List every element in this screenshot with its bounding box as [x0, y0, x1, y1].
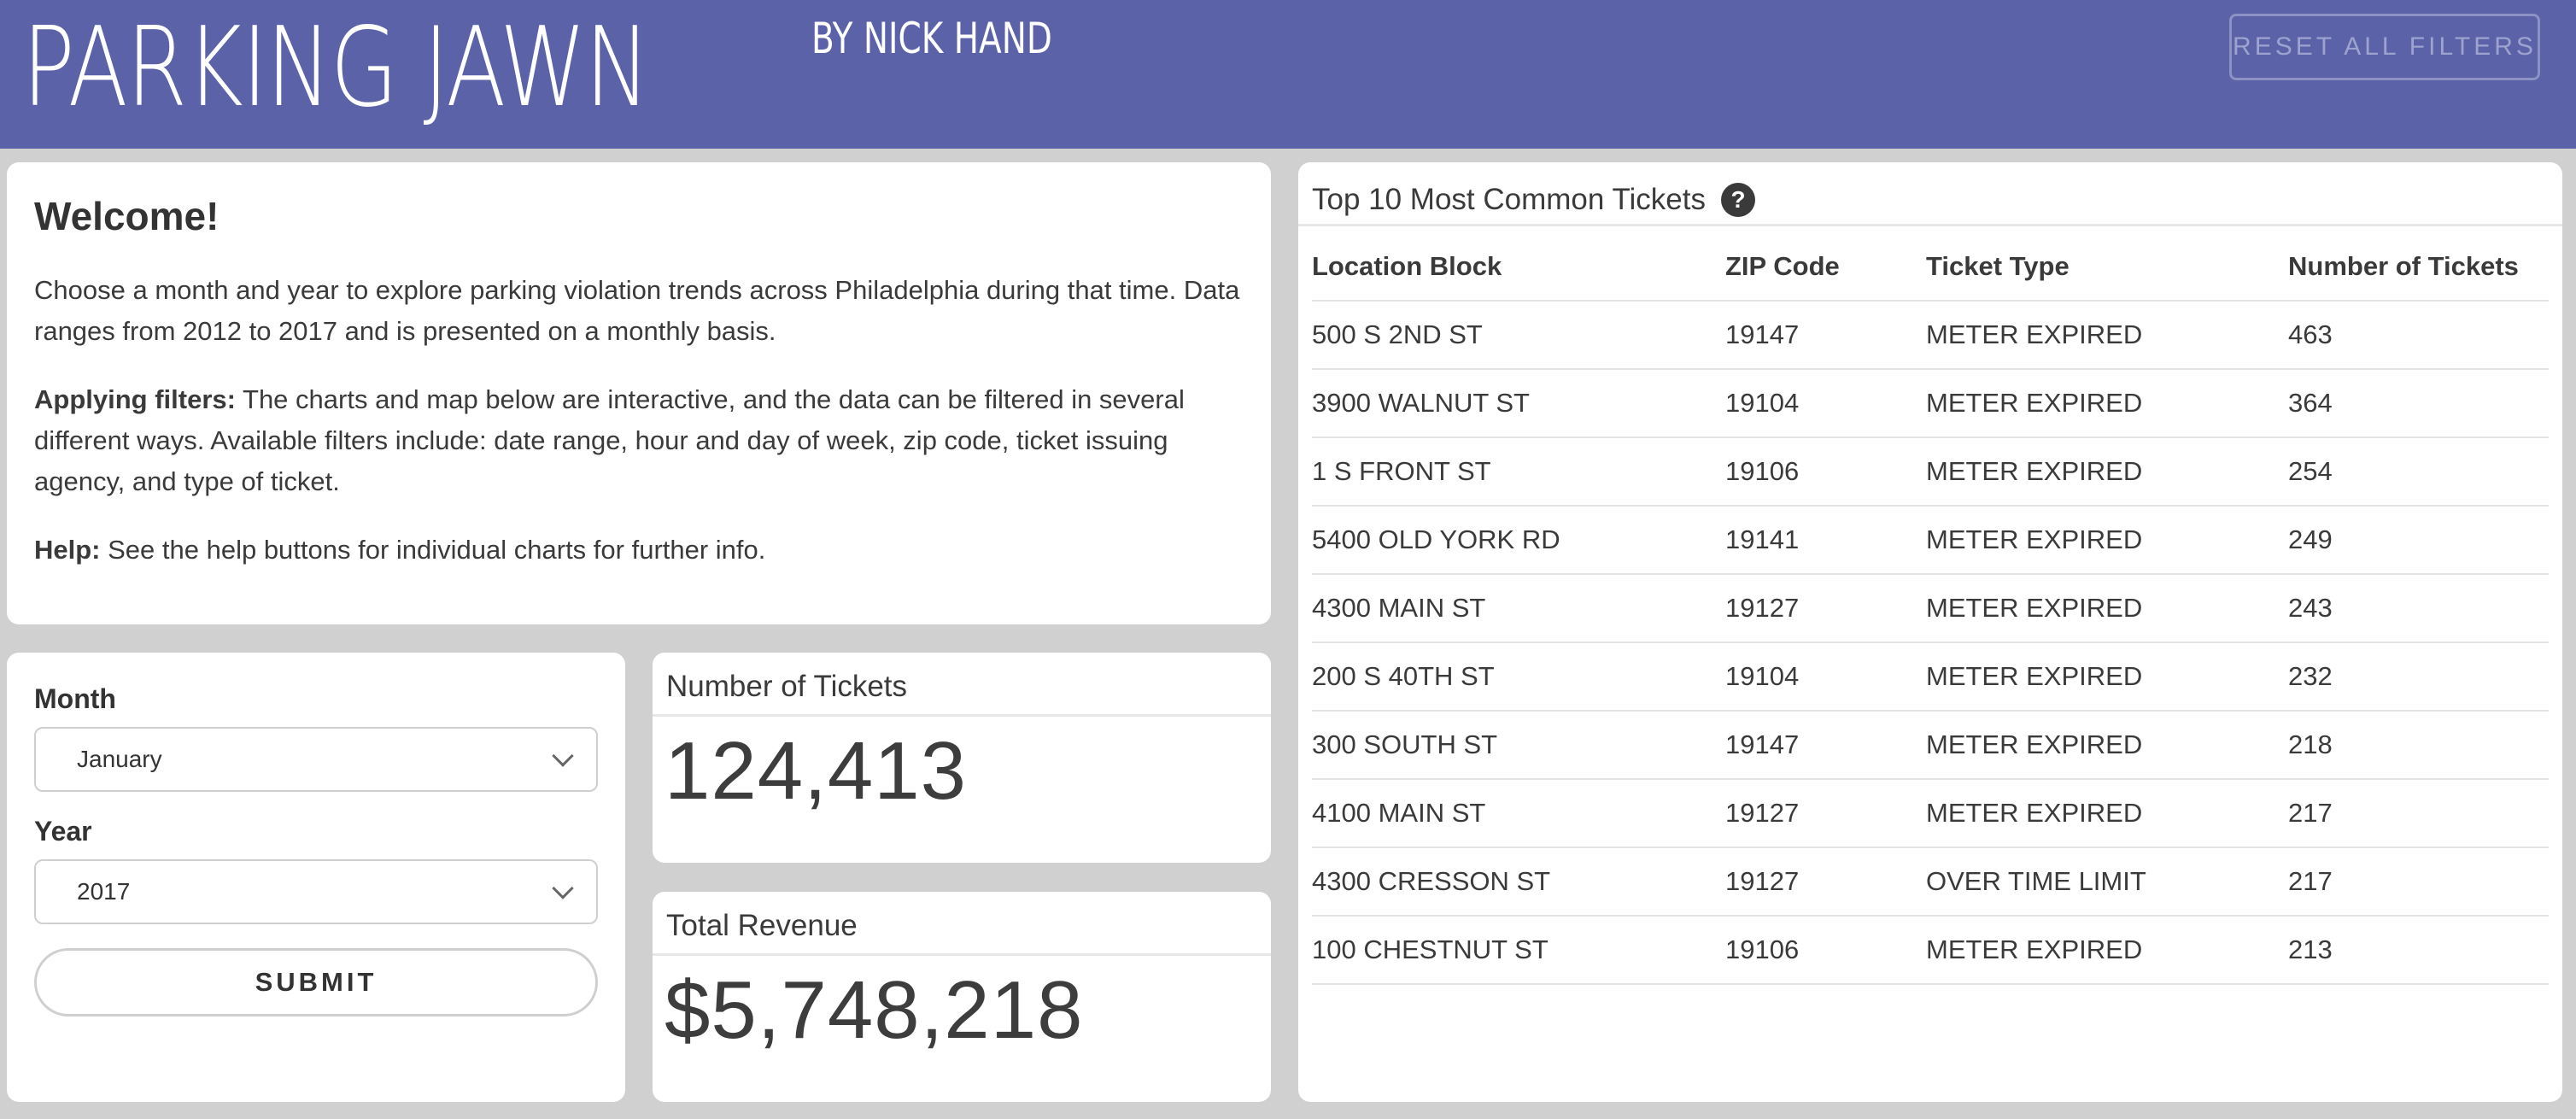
column-header-location: Location Block [1312, 232, 1725, 302]
year-value: 2017 [77, 878, 131, 905]
zip-cell: 19104 [1725, 642, 1926, 712]
zip-cell: 19147 [1725, 301, 1926, 370]
ticket-type-cell: METER EXPIRED [1926, 369, 2288, 438]
tickets-stat-card: Number of Tickets 124,413 [653, 653, 1271, 863]
location-cell: 3900 WALNUT ST [1312, 369, 1725, 438]
revenue-stat-value: $5,748,218 [664, 964, 1084, 1056]
submit-button[interactable]: SUBMIT [34, 948, 598, 1016]
location-cell: 1 S FRONT ST [1312, 437, 1725, 507]
table-row: 200 S 40TH ST 19104 METER EXPIRED 232 [1312, 642, 2549, 712]
ticket-type-cell: METER EXPIRED [1926, 642, 2288, 712]
help-icon[interactable]: ? [1721, 183, 1755, 217]
ticket-type-cell: OVER TIME LIMIT [1926, 847, 2288, 917]
revenue-stat-card: Total Revenue $5,748,218 [653, 892, 1271, 1102]
location-cell: 500 S 2ND ST [1312, 301, 1725, 370]
ticket-type-cell: METER EXPIRED [1926, 711, 2288, 780]
year-select[interactable]: 2017 [34, 859, 598, 924]
welcome-heading: Welcome! [34, 194, 220, 238]
table-row: 5400 OLD YORK RD 19141 METER EXPIRED 249 [1312, 506, 2549, 575]
table-row: 1 S FRONT ST 19106 METER EXPIRED 254 [1312, 437, 2549, 507]
count-cell: 218 [2288, 711, 2549, 780]
divider [653, 714, 1271, 717]
zip-cell: 19104 [1725, 369, 1926, 438]
author-byline: BY NICK HAND [811, 14, 1052, 63]
column-header-count: Number of Tickets [2288, 232, 2549, 302]
table-row: 3900 WALNUT ST 19104 METER EXPIRED 364 [1312, 369, 2549, 438]
zip-cell: 19127 [1725, 574, 1926, 643]
zip-cell: 19106 [1725, 916, 1926, 985]
table-row: 4300 MAIN ST 19127 METER EXPIRED 243 [1312, 574, 2549, 643]
month-select[interactable]: January [34, 727, 598, 792]
table-row: 500 S 2ND ST 19147 METER EXPIRED 463 [1312, 301, 2549, 370]
ticket-type-cell: METER EXPIRED [1926, 437, 2288, 507]
ticket-type-cell: METER EXPIRED [1926, 779, 2288, 848]
ticket-type-cell: METER EXPIRED [1926, 301, 2288, 370]
year-label: Year [34, 816, 92, 847]
chevron-down-icon [552, 877, 574, 899]
count-cell: 217 [2288, 847, 2549, 917]
tickets-stat-value: 124,413 [664, 725, 968, 817]
table-row: 300 SOUTH ST 19147 METER EXPIRED 218 [1312, 711, 2549, 780]
date-controls-card: Month January Year 2017 SUBMIT [7, 653, 625, 1102]
help-paragraph: Help: See the help buttons for individua… [34, 530, 1244, 571]
location-cell: 5400 OLD YORK RD [1312, 506, 1725, 575]
zip-cell: 19141 [1725, 506, 1926, 575]
table-row: 4300 CRESSON ST 19127 OVER TIME LIMIT 217 [1312, 847, 2549, 917]
count-cell: 249 [2288, 506, 2549, 575]
location-cell: 4300 MAIN ST [1312, 574, 1725, 643]
top-tickets-title: Top 10 Most Common Tickets [1312, 183, 1706, 216]
filters-label: Applying filters: [34, 384, 236, 414]
column-header-zip: ZIP Code [1725, 232, 1926, 302]
month-label: Month [34, 683, 116, 714]
top-tickets-card: Top 10 Most Common Tickets ? Location Bl… [1298, 162, 2562, 1102]
welcome-card: Welcome! Choose a month and year to expl… [7, 162, 1271, 624]
count-cell: 254 [2288, 437, 2549, 507]
zip-cell: 19127 [1725, 779, 1926, 848]
count-cell: 232 [2288, 642, 2549, 712]
zip-cell: 19127 [1725, 847, 1926, 917]
reset-filters-button[interactable]: RESET ALL FILTERS [2229, 14, 2540, 80]
help-label: Help: [34, 535, 101, 565]
ticket-type-cell: METER EXPIRED [1926, 574, 2288, 643]
revenue-stat-label: Total Revenue [666, 909, 858, 942]
table-header-row: Location Block ZIP Code Ticket Type Numb… [1312, 232, 2549, 302]
chevron-down-icon [552, 745, 574, 767]
count-cell: 463 [2288, 301, 2549, 370]
location-cell: 100 CHESTNUT ST [1312, 916, 1725, 985]
location-cell: 300 SOUTH ST [1312, 711, 1725, 780]
zip-cell: 19106 [1725, 437, 1926, 507]
app-title: PARKING JAWN [22, 4, 650, 132]
column-header-ticket-type: Ticket Type [1926, 232, 2288, 302]
filters-paragraph: Applying filters: The charts and map bel… [34, 379, 1244, 502]
table-row: 4100 MAIN ST 19127 METER EXPIRED 217 [1312, 779, 2549, 848]
ticket-type-cell: METER EXPIRED [1926, 916, 2288, 985]
welcome-intro: Choose a month and year to explore parki… [34, 275, 1240, 346]
app-header: PARKING JAWN BY NICK HAND RESET ALL FILT… [0, 0, 2576, 149]
top-tickets-table: Location Block ZIP Code Ticket Type Numb… [1312, 232, 2549, 985]
location-cell: 200 S 40TH ST [1312, 642, 1725, 712]
help-text: See the help buttons for individual char… [100, 535, 766, 565]
tickets-stat-label: Number of Tickets [666, 670, 908, 703]
count-cell: 213 [2288, 916, 2549, 985]
divider [653, 953, 1271, 956]
zip-cell: 19147 [1725, 711, 1926, 780]
top-tickets-title-row: Top 10 Most Common Tickets ? [1312, 183, 1755, 217]
table-row: 100 CHESTNUT ST 19106 METER EXPIRED 213 [1312, 916, 2549, 985]
month-value: January [77, 746, 162, 772]
count-cell: 217 [2288, 779, 2549, 848]
location-cell: 4300 CRESSON ST [1312, 847, 1725, 917]
divider [1298, 224, 2562, 226]
count-cell: 243 [2288, 574, 2549, 643]
location-cell: 4100 MAIN ST [1312, 779, 1725, 848]
count-cell: 364 [2288, 369, 2549, 438]
ticket-type-cell: METER EXPIRED [1926, 506, 2288, 575]
